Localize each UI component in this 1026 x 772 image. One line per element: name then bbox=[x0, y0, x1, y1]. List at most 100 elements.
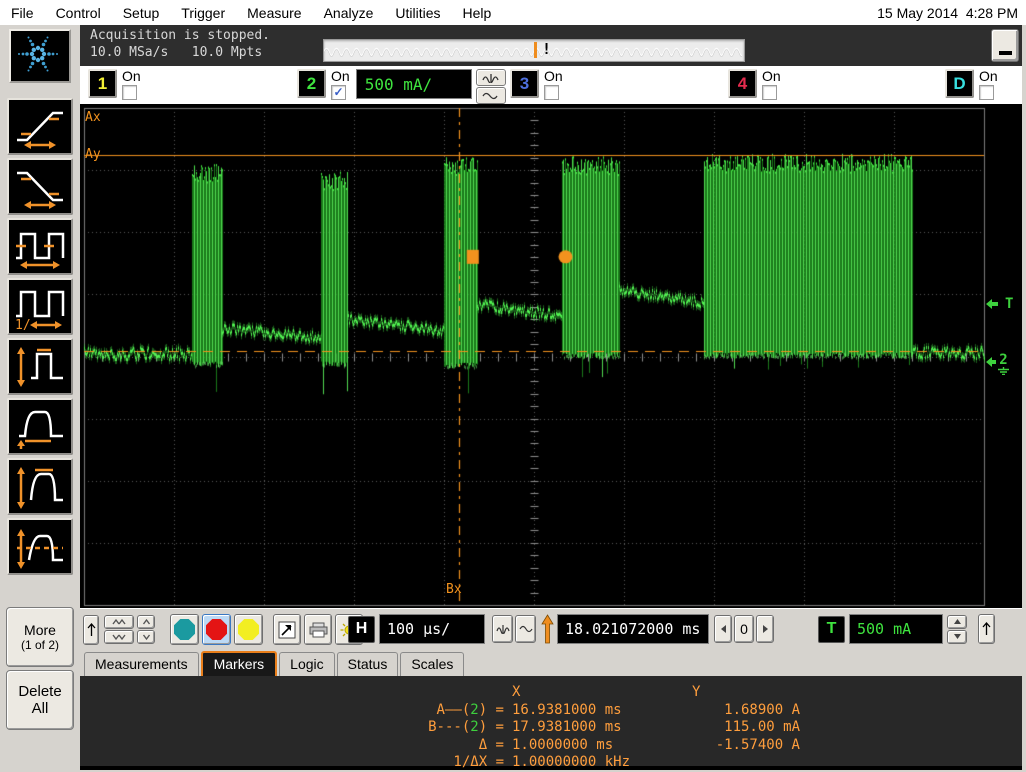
menu-utilities[interactable]: Utilities bbox=[384, 0, 451, 25]
double-chevron-up-icon bbox=[112, 618, 126, 625]
trigger-level-up-button[interactable] bbox=[947, 614, 967, 629]
measure-fall-time-button[interactable] bbox=[7, 158, 73, 215]
channel-4-on-label: On bbox=[762, 68, 781, 84]
more-button[interactable]: More (1 of 2) bbox=[6, 607, 74, 667]
measure-average-button[interactable] bbox=[7, 518, 73, 575]
channel-controls-row: 1 On 2 On ✓ 500 mA/ 3 On 4 On D On bbox=[80, 66, 1026, 104]
tab-logic[interactable]: Logic bbox=[279, 652, 335, 676]
datetime-display: 15 May 2014 4:28 PM bbox=[877, 4, 1018, 21]
delete-all-label-1: Delete bbox=[18, 683, 62, 700]
waveform-canvas[interactable] bbox=[80, 104, 1026, 608]
fine-decrement-button[interactable] bbox=[137, 630, 155, 644]
channel-2-coupling-button[interactable] bbox=[475, 87, 506, 104]
channel-2-on-label: On bbox=[331, 68, 350, 84]
channel-digital-button[interactable]: D bbox=[945, 69, 974, 98]
channel-2-fine-scale-button[interactable] bbox=[475, 69, 506, 86]
pan-zoom-button[interactable] bbox=[273, 614, 301, 645]
minimize-button[interactable] bbox=[991, 29, 1019, 62]
delete-all-button[interactable]: Delete All bbox=[6, 670, 74, 730]
print-button[interactable] bbox=[304, 614, 332, 645]
delay-right-button[interactable] bbox=[756, 615, 774, 643]
right-triangle-icon bbox=[762, 625, 768, 633]
markers-readout-panel: X Y A——(2) = 16.9381000 ms 1.68900 A B--… bbox=[80, 676, 1026, 770]
measure-rise-time-button[interactable] bbox=[7, 98, 73, 155]
marker-ax-label: Ax bbox=[85, 110, 101, 125]
channel-2-ground-indicator[interactable]: 2 bbox=[986, 353, 1010, 375]
down-triangle-icon bbox=[953, 634, 961, 639]
channel-4-button[interactable]: 4 bbox=[728, 69, 757, 98]
channel-1-group: 1 On bbox=[88, 69, 141, 100]
readout-header-row: X Y bbox=[80, 684, 1026, 702]
channel-1-on-checkbox[interactable] bbox=[122, 85, 137, 100]
up-arrow-icon bbox=[982, 622, 991, 635]
timebase-mode-button[interactable] bbox=[515, 615, 536, 643]
channel-3-on-checkbox[interactable] bbox=[544, 85, 559, 100]
fine-increment-button[interactable] bbox=[137, 615, 155, 629]
channel-2-button[interactable]: 2 bbox=[297, 69, 326, 98]
trigger-menu-button[interactable]: T bbox=[818, 615, 845, 643]
acquisition-rates: 10.0 MSa/s 10.0 Mpts bbox=[90, 45, 263, 60]
tab-scales[interactable]: Scales bbox=[400, 652, 465, 676]
measure-frequency-button[interactable]: 1/ bbox=[7, 278, 73, 335]
readout-col-y: Y bbox=[692, 684, 701, 700]
minimize-icon bbox=[998, 51, 1012, 55]
ground-arrow-icon bbox=[986, 357, 996, 367]
marker-a-y-value: 1.68900 A bbox=[724, 701, 800, 718]
measure-amplitude-button[interactable] bbox=[7, 338, 73, 395]
trigger-level-down-button[interactable] bbox=[947, 629, 967, 644]
trigger-level-display[interactable]: 500 mA bbox=[849, 614, 943, 644]
channel-1-button[interactable]: 1 bbox=[88, 69, 117, 98]
channel-digital-on-checkbox[interactable] bbox=[979, 85, 994, 100]
waveform-display[interactable]: Ax Ay Bx T 2 bbox=[80, 104, 1026, 608]
measure-maximum-button[interactable] bbox=[7, 458, 73, 515]
channel-4-group: 4 On bbox=[728, 69, 781, 100]
acquisition-status: Acquisition is stopped. bbox=[90, 28, 271, 43]
menu-trigger[interactable]: Trigger bbox=[170, 0, 236, 25]
trigger-scroll-up-button[interactable] bbox=[978, 614, 995, 644]
overview-trigger-marker[interactable] bbox=[534, 42, 537, 58]
readout-row-a: A——(2) = 16.9381000 ms 1.68900 A bbox=[436, 701, 800, 718]
channel-digital-on-label: On bbox=[979, 68, 998, 84]
printer-icon bbox=[309, 622, 327, 637]
delay-zero-button[interactable]: 0 bbox=[734, 615, 754, 643]
delay-left-button[interactable] bbox=[714, 615, 732, 643]
timebase-display[interactable]: 100 µs/ bbox=[379, 614, 485, 644]
more-count: (1 of 2) bbox=[20, 638, 59, 652]
agilent-logo-button[interactable] bbox=[9, 29, 71, 83]
horizontal-menu-button[interactable]: H bbox=[348, 615, 375, 643]
menu-analyze[interactable]: Analyze bbox=[313, 0, 385, 25]
marker-a-x-value: 16.9381000 ms bbox=[512, 701, 622, 718]
delay-display[interactable]: 18.021072000 ms bbox=[557, 614, 709, 644]
timebase-vernier-button[interactable] bbox=[492, 615, 513, 643]
coarse-decrement-button[interactable] bbox=[104, 630, 134, 644]
channel-3-button[interactable]: 3 bbox=[510, 69, 539, 98]
measure-minimum-button[interactable] bbox=[7, 398, 73, 455]
cursor-red-button[interactable] bbox=[202, 614, 231, 645]
menu-control[interactable]: Control bbox=[45, 0, 112, 25]
channel-2-on-checkbox[interactable]: ✓ bbox=[331, 85, 346, 100]
cursor-yellow-button[interactable] bbox=[234, 614, 263, 645]
channel-2-scale-display[interactable]: 500 mA/ bbox=[355, 69, 472, 99]
trigger-level-indicator[interactable]: T bbox=[986, 296, 1013, 312]
acquisition-overview-bar[interactable]: ! bbox=[323, 39, 745, 62]
channel-4-on-checkbox[interactable] bbox=[762, 85, 777, 100]
window-frame-edge bbox=[1022, 25, 1026, 770]
pan-arrow-icon bbox=[278, 621, 296, 638]
delta-y-value: -1.57400 A bbox=[715, 736, 800, 753]
trigger-arrow-icon bbox=[986, 299, 998, 309]
menu-file[interactable]: File bbox=[0, 0, 45, 25]
maximum-icon bbox=[17, 466, 63, 509]
coarse-increment-button[interactable] bbox=[104, 615, 134, 629]
fall-time-icon bbox=[17, 171, 63, 209]
sine-icon bbox=[518, 625, 533, 633]
menu-help[interactable]: Help bbox=[452, 0, 503, 25]
measure-pulse-width-button[interactable] bbox=[7, 218, 73, 275]
tab-status[interactable]: Status bbox=[336, 652, 399, 676]
tab-markers[interactable]: Markers bbox=[200, 651, 278, 677]
menu-measure[interactable]: Measure bbox=[236, 0, 312, 25]
scroll-up-button[interactable] bbox=[83, 614, 99, 645]
menu-setup[interactable]: Setup bbox=[112, 0, 171, 25]
tab-measurements[interactable]: Measurements bbox=[84, 652, 199, 676]
pulse-width-icon bbox=[16, 232, 65, 269]
cursor-teal-button[interactable] bbox=[170, 614, 199, 645]
